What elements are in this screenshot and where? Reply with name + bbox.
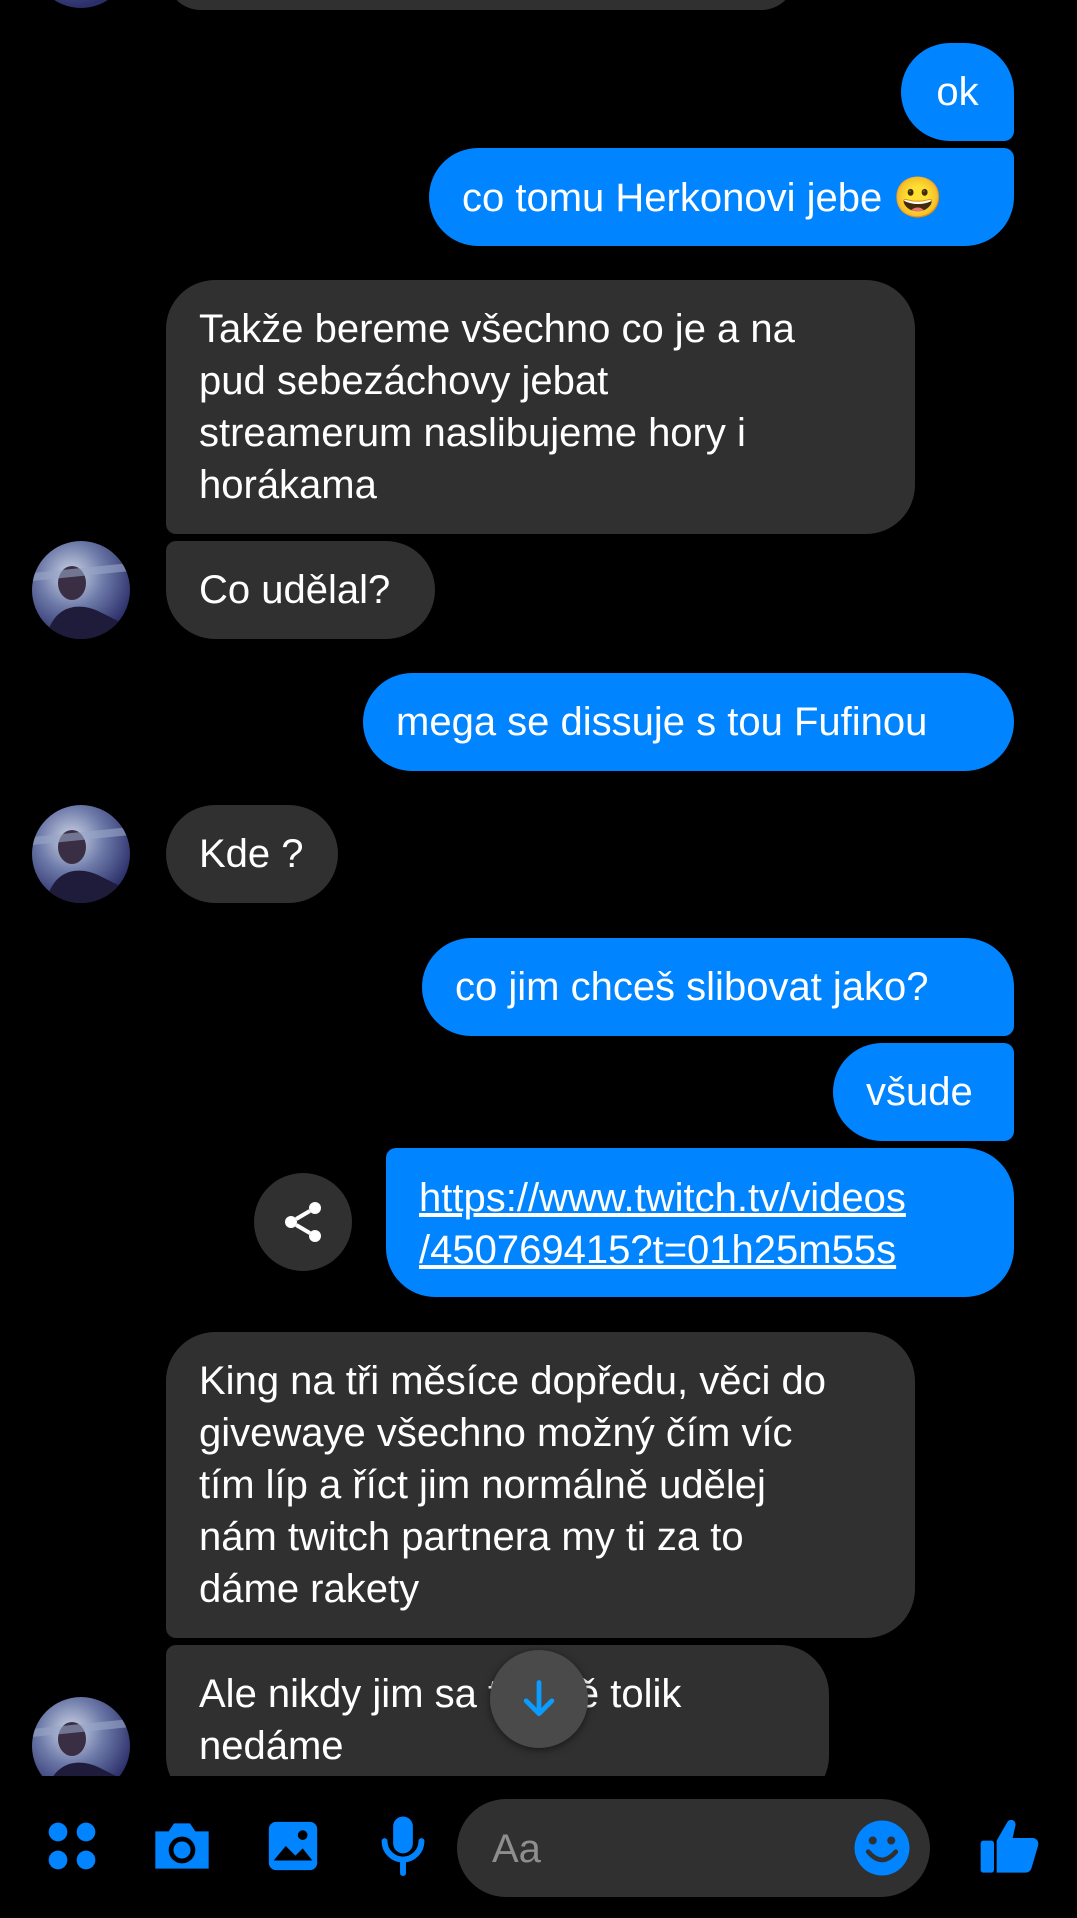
- microphone-icon: [381, 1816, 425, 1877]
- like-button[interactable]: [976, 1812, 1044, 1880]
- avatar-image: [32, 541, 130, 639]
- message-link[interactable]: https://www.twitch.tv/videos /450769415?…: [386, 1148, 1014, 1297]
- message-list[interactable]: ok co tomu Herkonovi jebe 😀 Takže bereme…: [0, 0, 1077, 1776]
- message-bubble-incoming[interactable]: Takže bereme všechno co je a na pud sebe…: [166, 280, 915, 534]
- avatar[interactable]: [32, 0, 130, 8]
- message-input[interactable]: [490, 1799, 824, 1899]
- composer-bar: [0, 1776, 1077, 1918]
- apps-icon: [48, 1822, 96, 1870]
- avatar-image: [32, 805, 130, 903]
- thumbs-up-icon: [980, 1819, 1039, 1873]
- scroll-to-bottom-button[interactable]: [490, 1650, 588, 1748]
- avatar[interactable]: [32, 805, 130, 903]
- share-button[interactable]: [254, 1173, 352, 1271]
- avatar-image: [32, 1697, 130, 1776]
- apps-button[interactable]: [40, 1814, 104, 1878]
- message-bubble-incoming[interactable]: Co udělal?: [166, 541, 435, 639]
- microphone-button[interactable]: [371, 1812, 435, 1880]
- message-bubble-outgoing[interactable]: co tomu Herkonovi jebe 😀: [429, 148, 1014, 246]
- message-bubble-outgoing[interactable]: co jim chceš slibovat jako?: [422, 938, 1014, 1036]
- avatar[interactable]: [32, 541, 130, 639]
- message-bubble-incoming[interactable]: [166, 0, 796, 10]
- message-bubble-incoming[interactable]: King na tři měsíce dopředu, věci do give…: [166, 1332, 915, 1638]
- message-input-container: [457, 1799, 930, 1899]
- message-bubble-outgoing[interactable]: všude: [833, 1043, 1014, 1141]
- message-bubble-outgoing[interactable]: mega se dissuje s tou Fufinou: [363, 673, 1014, 771]
- emoji-button[interactable]: [850, 1816, 914, 1880]
- avatar[interactable]: [32, 1697, 130, 1776]
- emoji-icon: [854, 1820, 910, 1876]
- gallery-icon: [268, 1821, 318, 1871]
- camera-button[interactable]: [148, 1814, 216, 1878]
- gallery-button[interactable]: [261, 1814, 325, 1878]
- camera-icon: [155, 1823, 209, 1869]
- arrow-down-icon: [523, 1680, 555, 1717]
- message-bubble-incoming[interactable]: Kde ?: [166, 805, 338, 903]
- message-bubble-outgoing[interactable]: ok: [901, 43, 1014, 141]
- share-icon: [285, 1202, 321, 1242]
